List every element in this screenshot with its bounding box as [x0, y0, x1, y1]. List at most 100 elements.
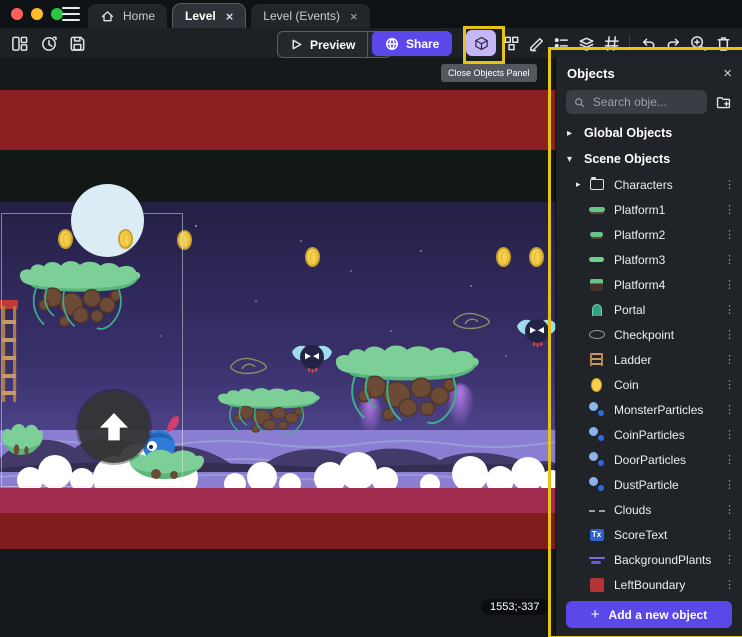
- checkpoint-instance[interactable]: [229, 354, 269, 376]
- tab-label: Level: [185, 9, 216, 23]
- checkpoint-thumbnail-icon: [589, 330, 605, 339]
- search-input[interactable]: [591, 94, 699, 110]
- instances-list-icon[interactable]: [501, 33, 521, 53]
- item-menu-icon[interactable]: ⋮: [724, 228, 734, 241]
- preview-button[interactable]: Preview: [278, 32, 367, 57]
- item-menu-icon[interactable]: ⋮: [724, 553, 734, 566]
- minimize-window-icon[interactable]: [31, 8, 43, 20]
- scene-objects-list: ▸ Characters ⋮ ▸ Platform1 ⋮ ▸ Platform2…: [556, 172, 742, 597]
- scene-objects-section[interactable]: ▾ Scene Objects: [556, 146, 742, 172]
- add-folder-icon[interactable]: [715, 94, 732, 111]
- coin-instance[interactable]: [496, 247, 511, 267]
- object-item-doorparticles[interactable]: ▸ DoorParticles ⋮: [556, 447, 742, 472]
- object-item-monsterparticles[interactable]: ▸ MonsterParticles ⋮: [556, 397, 742, 422]
- item-menu-icon[interactable]: ⋮: [724, 528, 734, 541]
- close-tab-icon[interactable]: ×: [226, 10, 234, 23]
- trash-icon[interactable]: [713, 33, 733, 53]
- tab-level-events[interactable]: Level (Events) ×: [251, 4, 369, 28]
- project-manager-icon[interactable]: [9, 33, 29, 53]
- object-item-platform1[interactable]: ▸ Platform1 ⋮: [556, 197, 742, 222]
- particles-thumbnail-icon: [589, 427, 605, 442]
- item-menu-icon[interactable]: ⋮: [724, 328, 734, 341]
- item-menu-icon[interactable]: ⋮: [724, 503, 734, 516]
- search-box: [566, 90, 707, 114]
- coin-instance[interactable]: [305, 247, 320, 267]
- home-icon: [100, 9, 115, 24]
- tab-level[interactable]: Level ×: [173, 4, 245, 28]
- platform2-instance[interactable]: [214, 386, 322, 438]
- layers-icon[interactable]: [576, 33, 596, 53]
- history-icon[interactable]: [38, 33, 58, 53]
- cube-icon: [473, 35, 490, 52]
- folder-thumbnail-icon: [590, 179, 604, 190]
- item-menu-icon[interactable]: ⋮: [724, 178, 734, 191]
- grid-icon[interactable]: [601, 33, 621, 53]
- object-item-dustparticle[interactable]: ▸ DustParticle ⋮: [556, 472, 742, 497]
- share-button[interactable]: Share: [372, 31, 452, 56]
- global-objects-section[interactable]: ▸ Global Objects: [556, 120, 742, 146]
- platform3-instance[interactable]: [330, 342, 482, 430]
- item-menu-icon[interactable]: ⋮: [724, 453, 734, 466]
- item-menu-icon[interactable]: ⋮: [724, 378, 734, 391]
- cursor-coordinates-badge: 1553;-337: [481, 599, 549, 615]
- chevron-down-icon: ▾: [567, 154, 577, 165]
- plus-icon: +: [591, 606, 600, 623]
- item-menu-icon[interactable]: ⋮: [724, 353, 734, 366]
- save-icon[interactable]: [67, 33, 87, 53]
- checkpoint-instance[interactable]: [452, 309, 492, 331]
- pencil-edit-icon[interactable]: [526, 33, 546, 53]
- objects-panel-toggle-button[interactable]: [466, 30, 496, 56]
- close-panel-icon[interactable]: ×: [723, 66, 732, 81]
- object-item-clouds[interactable]: ▸ Clouds ⋮: [556, 497, 742, 522]
- item-menu-icon[interactable]: ⋮: [724, 428, 734, 441]
- main-menu-icon[interactable]: [62, 7, 80, 21]
- chevron-right-icon: ▸: [567, 128, 577, 139]
- item-menu-icon[interactable]: ⋮: [724, 278, 734, 291]
- object-item-platform2[interactable]: ▸ Platform2 ⋮: [556, 222, 742, 247]
- zoom-in-icon[interactable]: [688, 33, 708, 53]
- item-menu-icon[interactable]: ⋮: [724, 303, 734, 316]
- object-item-coin[interactable]: ▸ Coin ⋮: [556, 372, 742, 397]
- item-menu-icon[interactable]: ⋮: [724, 478, 734, 491]
- objects-panel: Objects × ▸ Global Objects ▾ Scene Objec…: [556, 58, 742, 637]
- dashes-thumbnail-icon: [589, 510, 605, 514]
- tab-home[interactable]: Home: [88, 4, 167, 28]
- object-item-coinparticles[interactable]: ▸ CoinParticles ⋮: [556, 422, 742, 447]
- object-item-checkpoint[interactable]: ▸ Checkpoint ⋮: [556, 322, 742, 347]
- ladder-thumbnail-icon: [590, 353, 603, 366]
- tooltip: Close Objects Panel: [441, 64, 537, 82]
- close-window-icon[interactable]: [11, 8, 23, 20]
- camera-border-rect: [1, 213, 183, 487]
- undo-icon[interactable]: [638, 33, 658, 53]
- redo-icon[interactable]: [663, 33, 683, 53]
- object-item-ladder[interactable]: ▸ Ladder ⋮: [556, 347, 742, 372]
- object-item-leftboundary[interactable]: ▸ LeftBoundary ⋮: [556, 572, 742, 597]
- platform2-thumbnail-icon: [590, 232, 603, 237]
- object-item-platform4[interactable]: ▸ Platform4 ⋮: [556, 272, 742, 297]
- coin-thumbnail-icon: [591, 378, 602, 392]
- text-thumbnail-icon: [590, 529, 604, 541]
- coin-instance[interactable]: [529, 247, 544, 267]
- item-menu-icon[interactable]: ⋮: [724, 403, 734, 416]
- platform3-thumbnail-icon: [589, 257, 604, 262]
- object-item-platform3[interactable]: ▸ Platform3 ⋮: [556, 247, 742, 272]
- object-item-scoretext[interactable]: ▸ ScoreText ⋮: [556, 522, 742, 547]
- add-object-button[interactable]: + Add a new object: [566, 601, 732, 628]
- properties-icon[interactable]: [551, 33, 571, 53]
- platform1-thumbnail-icon: [589, 207, 605, 212]
- chevron-right-icon[interactable]: ▸: [576, 179, 588, 190]
- monster-instance[interactable]: [288, 338, 336, 378]
- objects-tree: ▸ Global Objects ▾ Scene Objects ▸ Chara…: [556, 120, 742, 637]
- object-item-backgroundplants[interactable]: ▸ BackgroundPlants ⋮: [556, 547, 742, 572]
- monster-instance[interactable]: [513, 312, 561, 352]
- tab-label: Level (Events): [263, 9, 340, 23]
- item-menu-icon[interactable]: ⋮: [724, 578, 734, 591]
- item-menu-icon[interactable]: ⋮: [724, 253, 734, 266]
- close-tab-icon[interactable]: ×: [350, 10, 358, 23]
- object-item-characters[interactable]: ▸ Characters ⋮: [556, 172, 742, 197]
- tab-label: Home: [123, 9, 155, 23]
- globe-icon: [385, 37, 399, 51]
- preview-label: Preview: [310, 38, 355, 52]
- item-menu-icon[interactable]: ⋮: [724, 203, 734, 216]
- object-item-portal[interactable]: ▸ Portal ⋮: [556, 297, 742, 322]
